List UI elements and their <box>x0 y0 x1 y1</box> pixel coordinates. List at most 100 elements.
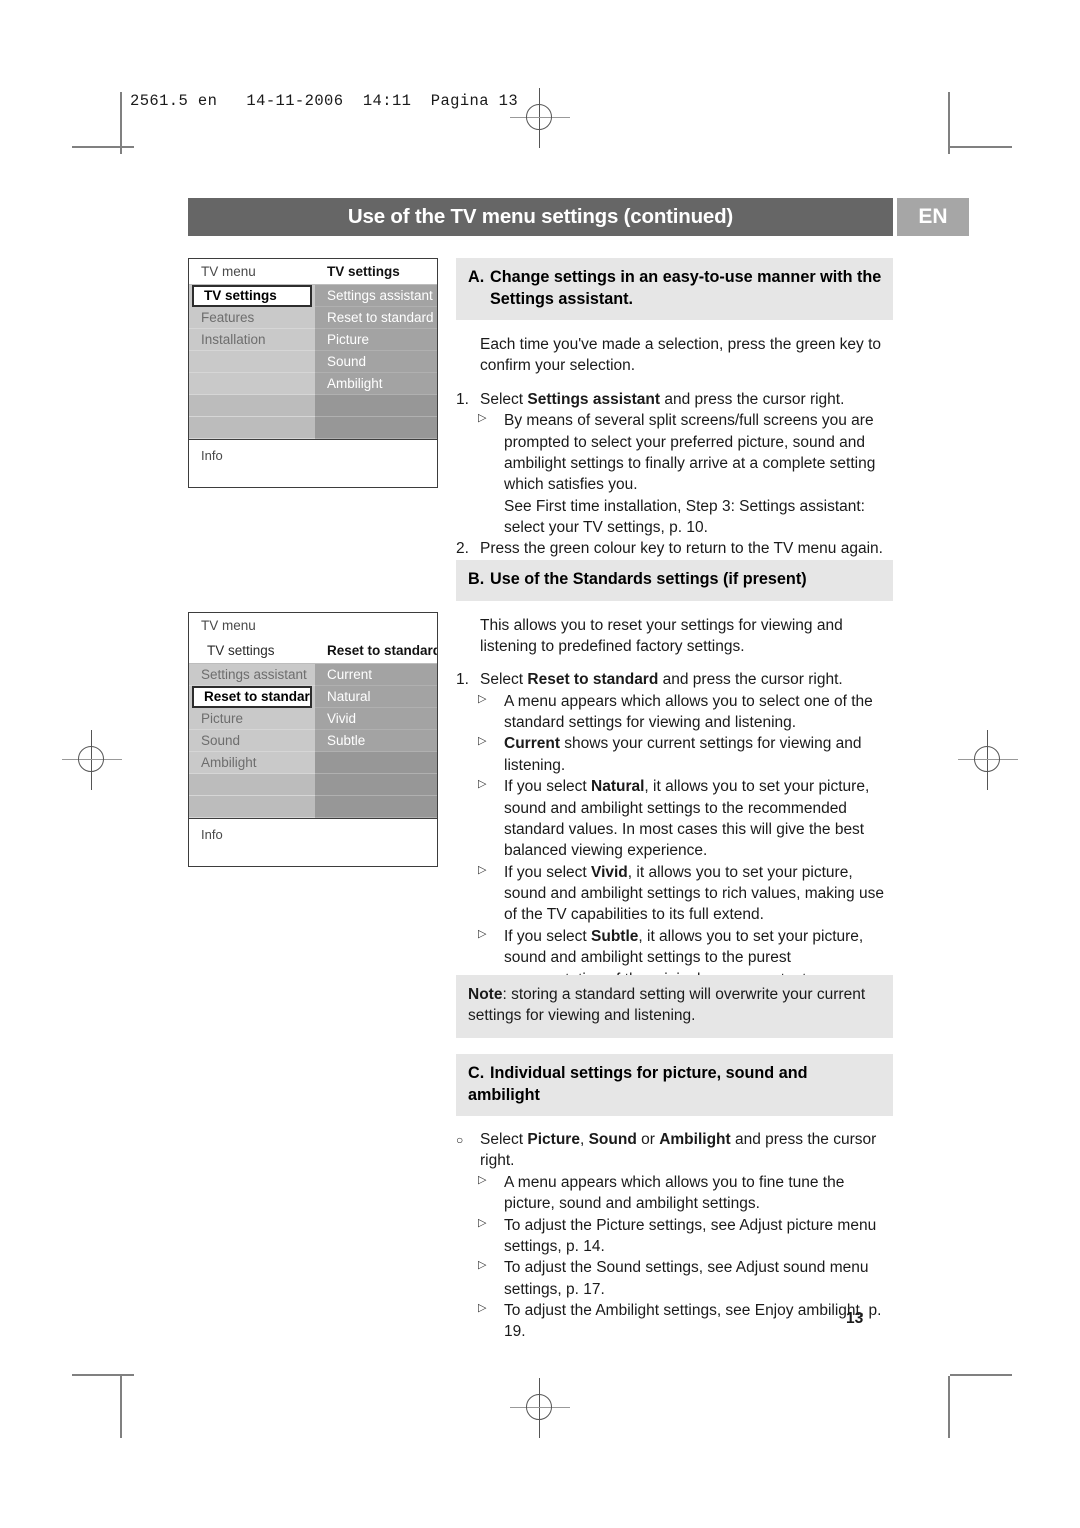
triangle-bullet-icon: ▷ <box>478 1259 487 1272</box>
section-b-step-1-post: and press the cursor right. <box>658 671 843 689</box>
tv-menu-2-left-item-3[interactable]: Sound <box>189 730 315 752</box>
tv-menu-2-right-item-3[interactable]: Subtle <box>315 730 437 752</box>
tv-menu-2-header-right: Reset to standard <box>327 643 437 658</box>
triangle-bullet-icon: ▷ <box>478 863 487 876</box>
registration-mark-bottom <box>510 1378 570 1438</box>
tv-menu-1-left-item-5 <box>189 395 315 417</box>
tv-menu-2-left-item-2[interactable]: Picture <box>189 708 315 730</box>
section-c-bullet-2-text: To adjust the Picture settings, see Adju… <box>504 1216 877 1255</box>
tv-menu-1-right-item-5 <box>315 395 437 417</box>
section-c-item-1: ○ Select Picture, Sound or Ambilight and … <box>456 1129 893 1172</box>
tv-menu-1-right-item-1[interactable]: Reset to standard <box>315 307 437 329</box>
section-c-item-1-bold-sound: Sound <box>588 1131 637 1149</box>
triangle-bullet-icon: ▷ <box>478 692 487 705</box>
section-c-bullet-1-text: A menu appears which allows you to fine … <box>504 1173 845 1213</box>
section-c-bullet-4: ▷ To adjust the Ambilight settings, see E… <box>456 1300 893 1343</box>
section-b-bullet-2: ▷ Current shows your current settings for… <box>456 733 893 776</box>
section-c-bullet-1: ▷ A menu appears which allows you to fine… <box>456 1172 893 1215</box>
registration-mark-right <box>958 730 1018 790</box>
section-a-step-2: 2. Press the green colour key to return t… <box>456 538 893 559</box>
section-b-bullet-2-bold: Current <box>504 735 560 753</box>
section-c-bullet-4-text: To adjust the Ambilight settings, see En… <box>504 1302 882 1341</box>
section-a-bullet-1-text: By means of several split screens/full s… <box>504 412 876 494</box>
tv-menu-screenshot-2: TV menu TV settings Reset to standard Se… <box>188 612 438 867</box>
crop-mark-top-right-vertical <box>948 92 950 154</box>
section-c-bullet-3-text: To adjust the Sound settings, see Adjust… <box>504 1259 869 1298</box>
section-c-item-1-sep2: or <box>636 1131 660 1149</box>
tv-menu-2-left-item-1[interactable]: Reset to standard <box>192 686 312 708</box>
section-c-item-1-bold-picture: Picture <box>527 1131 580 1149</box>
section-b-bullet-1: ▷ A menu appears which allows you to sele… <box>456 691 893 734</box>
section-b-bullet-5-pre: If you select <box>504 927 592 945</box>
section-c-item-1-bold-ambilight: Ambilight <box>659 1131 731 1149</box>
registration-mark-top <box>510 88 570 148</box>
tv-menu-1-left-item-2[interactable]: Installation <box>189 329 315 351</box>
section-b-bullet-4: ▷ If you select Vivid, it allows you to s… <box>456 862 893 926</box>
section-c-letter: C. <box>468 1064 485 1082</box>
section-a-heading-line2: Settings assistant. <box>490 289 634 308</box>
section-b-letter: B. <box>468 570 485 588</box>
tv-menu-1-left-item-6 <box>189 417 315 439</box>
section-b: B. Use of the Standards settings (if pres… <box>456 560 893 1011</box>
tv-menu-2-right-item-1[interactable]: Natural <box>315 686 437 708</box>
crop-mark-bottom-right-horizontal <box>950 1374 1012 1376</box>
tv-menu-1-right-item-2[interactable]: Picture <box>315 329 437 351</box>
tv-menu-2-header-top: TV menu <box>189 613 437 638</box>
section-b-bullet-3: ▷ If you select Natural, it allows you to… <box>456 776 893 862</box>
note-label: Note <box>468 986 503 1003</box>
note-box: Note: storing a standard setting will ov… <box>456 975 893 1038</box>
tv-menu-1-left-item-0[interactable]: TV settings <box>192 285 312 307</box>
tv-menu-2-right-item-0[interactable]: Current <box>315 664 437 686</box>
section-a-bullet-1: ▷ By means of several split screens/full … <box>456 410 893 496</box>
triangle-bullet-icon: ▷ <box>478 927 487 940</box>
section-b-step-1-pre: Select <box>480 671 528 689</box>
triangle-bullet-icon: ▷ <box>478 1173 487 1186</box>
tv-menu-1-right-item-4[interactable]: Ambilight <box>315 373 437 395</box>
print-header-text: 2561.5 en 14-11-2006 14:11 Pagina 13 <box>130 92 519 110</box>
section-a-step-1: 1. Select Settings assistant and press th… <box>456 389 893 410</box>
crop-mark-top-right-horizontal <box>950 146 1012 148</box>
tv-menu-1-right-item-3[interactable]: Sound <box>315 351 437 373</box>
tv-menu-2-left-item-4[interactable]: Ambilight <box>189 752 315 774</box>
tv-menu-2-right-item-5 <box>315 774 437 796</box>
tv-menu-2-right-column: Current Natural Vivid Subtle <box>315 664 437 818</box>
crop-mark-bottom-left-horizontal <box>72 1374 134 1376</box>
section-c-item-1-sep1: , <box>579 1131 589 1149</box>
section-b-bullet-3-bold: Natural <box>591 778 645 796</box>
tv-menu-screenshot-1: TV menu TV settings TV settings Features… <box>188 258 438 488</box>
tv-menu-2-left-item-0[interactable]: Settings assistant <box>189 664 315 686</box>
section-a-step-1-post: and press the cursor right. <box>660 390 845 408</box>
language-badge: EN <box>897 198 969 236</box>
triangle-bullet-icon: ▷ <box>478 1216 487 1229</box>
section-a: A. Change settings in an easy-to-use mann… <box>456 258 893 560</box>
tv-menu-2-left-item-5 <box>189 774 315 796</box>
tv-menu-2-header-left: TV settings <box>207 643 275 658</box>
crop-mark-top-left-vertical <box>120 92 122 154</box>
section-b-step-1-bold: Reset to standard <box>527 671 659 689</box>
section-b-bullet-4-bold: Vivid <box>591 863 628 881</box>
section-a-step-2-text: Press the green colour key to return to … <box>480 540 883 558</box>
tv-menu-2-info-label: Info <box>189 818 437 866</box>
section-c-item-1-pre: Select <box>480 1131 528 1149</box>
crop-mark-bottom-left-vertical <box>120 1376 122 1438</box>
tv-menu-1-left-item-1[interactable]: Features <box>189 307 315 329</box>
circle-bullet-icon: ○ <box>456 1133 464 1148</box>
section-a-step-2-number: 2. <box>456 540 469 558</box>
tv-menu-1-right-column: Settings assistant Reset to standard Pic… <box>315 285 437 439</box>
registration-mark-left <box>62 730 122 790</box>
tv-menu-2-header-top-label: TV menu <box>201 618 256 633</box>
tv-menu-1-left-item-4 <box>189 373 315 395</box>
section-a-bullet-1-extra: See First time installation, Step 3: Set… <box>504 497 865 537</box>
triangle-bullet-icon: ▷ <box>478 735 487 748</box>
tv-menu-2-right-item-2[interactable]: Vivid <box>315 708 437 730</box>
section-b-intro: This allows you to reset your settings f… <box>480 616 843 655</box>
tv-menu-2-left-column: Settings assistant Reset to standard Pic… <box>189 664 315 818</box>
triangle-bullet-icon: ▷ <box>478 412 487 425</box>
crop-mark-top-left-horizontal <box>72 146 134 148</box>
section-a-step-1-pre: Select <box>480 390 528 408</box>
tv-menu-2-header-second: TV settings Reset to standard <box>189 638 437 663</box>
section-b-heading-text: Use of the Standards settings (if presen… <box>490 570 807 588</box>
tv-menu-1-right-item-0[interactable]: Settings assistant <box>315 285 437 307</box>
section-c-bullet-2: ▷ To adjust the Picture settings, see Adj… <box>456 1215 893 1258</box>
section-a-step-1-number: 1. <box>456 390 469 408</box>
